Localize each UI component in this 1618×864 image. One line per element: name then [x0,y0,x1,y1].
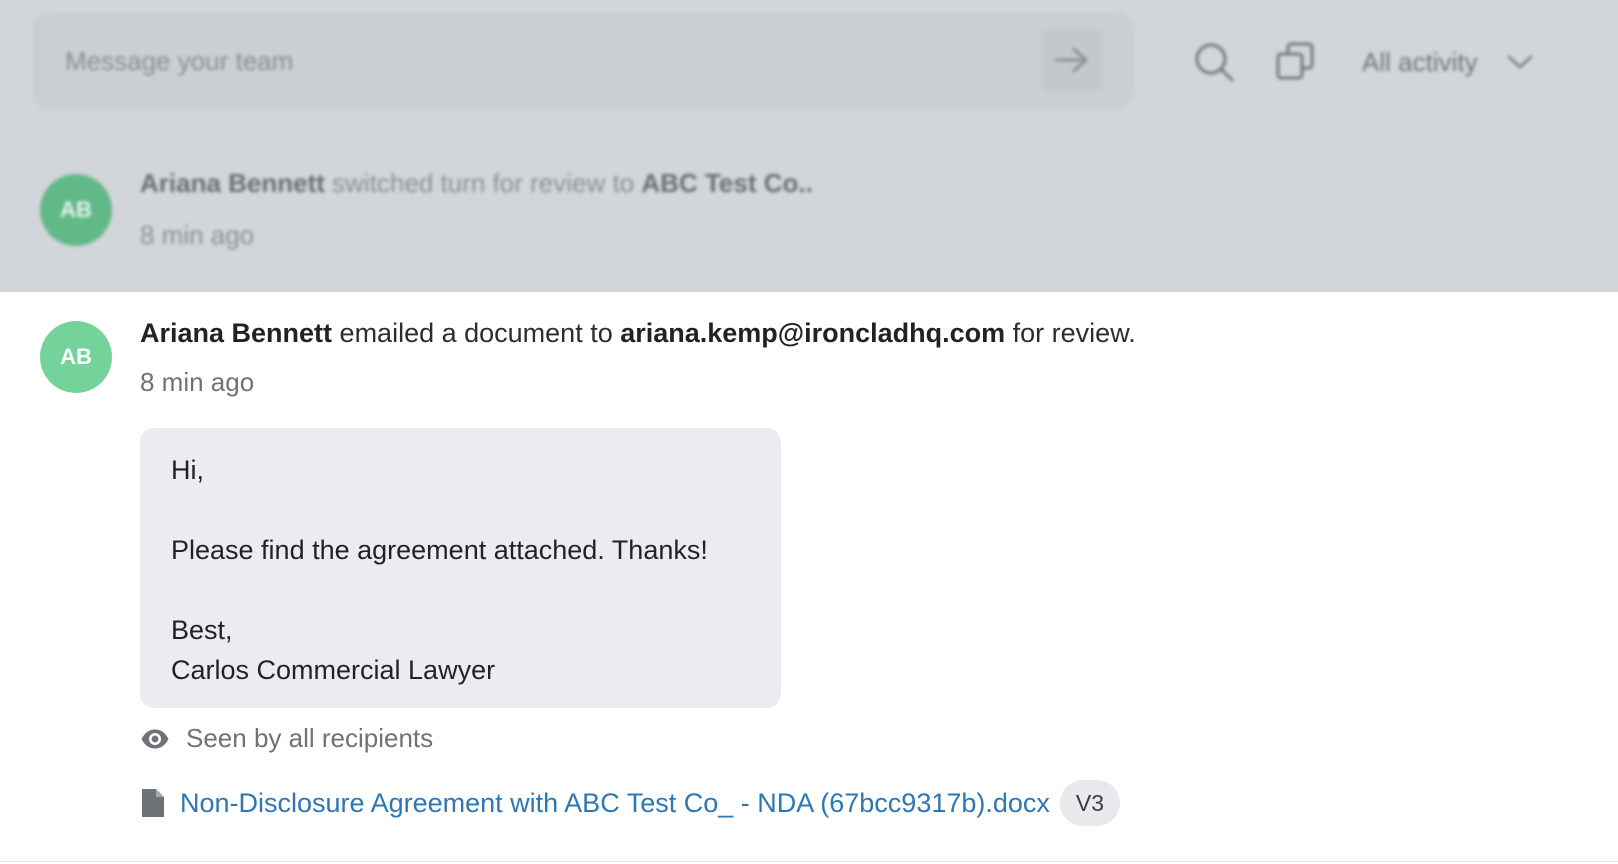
activity-description: Ariana Bennett emailed a document to ari… [140,317,1136,349]
email-signature: Carlos Commercial Lawyer [171,655,496,685]
email-greeting: Hi, [171,455,204,485]
copy-button[interactable] [1272,38,1320,86]
seen-status-label: Seen by all recipients [186,723,434,753]
arrow-right-icon [1054,47,1088,73]
divider [0,861,1618,862]
email-signoff: Best, [171,615,233,645]
avatar: AB [40,321,112,393]
avatar-initials: AB [60,344,92,369]
chevron-down-icon [1507,55,1532,69]
activity-overlay-region: All activity AB Ariana Bennett switched … [0,0,1618,292]
copy-icon [1276,42,1314,80]
seen-status: Seen by all recipients [140,723,433,754]
eye-icon [141,729,169,748]
email-message: Please find the agreement attached. Than… [171,535,708,565]
version-badge: V3 [1059,780,1121,826]
email-blank-line [171,570,750,610]
file-icon [142,789,164,817]
avatar: AB [40,174,112,246]
search-button[interactable] [1190,38,1238,86]
attachment: Non-Disclosure Agreement with ABC Test C… [140,780,1121,826]
activity-action: emailed a document to [332,318,621,348]
activity-timestamp: 8 min ago [140,220,255,250]
activity-target: ABC Test Co.. [641,168,813,198]
email-blank-line [171,490,750,530]
search-icon [1195,43,1234,82]
attachment-link[interactable]: Non-Disclosure Agreement with ABC Test C… [180,788,1050,819]
message-input[interactable] [65,45,965,77]
actor-name: Ariana Bennett [140,168,325,198]
recipient-email: ariana.kemp@ironcladhq.com [620,318,1006,348]
activity-filter-dropdown[interactable]: All activity [1362,42,1534,82]
blurred-header: All activity AB Ariana Bennett switched … [0,0,1618,292]
activity-suffix: for review. [1005,318,1136,348]
previous-activity-description: Ariana Bennett switched turn for review … [140,168,813,199]
avatar-initials: AB [60,197,92,222]
email-message-card: Hi, Please find the agreement attached. … [140,428,781,708]
activity-action: switched turn for review to [324,168,642,198]
activity-timestamp: 8 min ago [140,367,255,397]
send-button[interactable] [1041,29,1103,91]
activity-filter-label: All activity [1362,46,1478,77]
message-composer[interactable] [34,14,1132,108]
actor-name: Ariana Bennett [140,318,333,348]
